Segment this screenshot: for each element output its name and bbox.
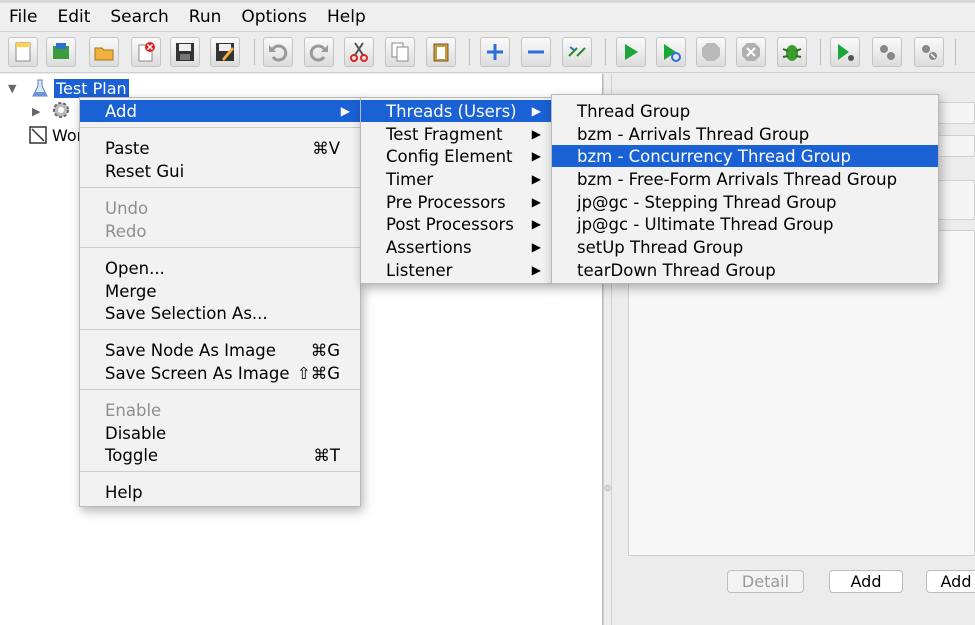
submenu-item-timer[interactable]: Timer ▶ bbox=[361, 168, 551, 190]
threads-submenu: Thread Group bzm - Arrivals Thread Group… bbox=[551, 94, 939, 284]
menu-item-enable: Enable bbox=[105, 400, 162, 420]
expand-arrow-icon[interactable]: ▼ bbox=[8, 82, 16, 95]
add-from-clipboard-button[interactable]: Add bbox=[926, 570, 975, 593]
submenu-item-arrivals-thread-group[interactable]: bzm - Arrivals Thread Group bbox=[552, 123, 938, 145]
collapse-arrow-icon[interactable]: ▶ bbox=[32, 105, 40, 118]
save-icon[interactable] bbox=[170, 37, 200, 67]
menu-bar: File Edit Search Run Options Help bbox=[0, 0, 975, 32]
tree-node-test-plan[interactable]: Test Plan bbox=[30, 77, 129, 99]
variables-header bbox=[938, 180, 975, 220]
submenu-item-stepping-thread-group[interactable]: jp@gc - Stepping Thread Group bbox=[552, 191, 938, 213]
open-icon[interactable] bbox=[89, 37, 119, 67]
submenu-arrow-icon: ▶ bbox=[340, 104, 350, 118]
submenu-item-config-element[interactable]: Config Element ▶ bbox=[361, 145, 551, 167]
menu-item-disable[interactable]: Disable bbox=[80, 422, 360, 444]
toolbar bbox=[0, 33, 975, 73]
redo-icon[interactable] bbox=[304, 37, 334, 67]
menu-item-save-screen-as-image[interactable]: Save Screen As Image ⇧⌘G bbox=[80, 362, 360, 384]
stop-icon[interactable] bbox=[696, 37, 726, 67]
menu-item-save-selection-as[interactable]: Save Selection As... bbox=[80, 302, 360, 324]
submenu-item-teardown-thread-group[interactable]: tearDown Thread Group bbox=[552, 259, 938, 281]
menu-item-save-node-as-image[interactable]: Save Node As Image ⌘G bbox=[80, 339, 360, 361]
paste-icon[interactable] bbox=[426, 37, 456, 67]
tree-node-workbench[interactable]: Wor bbox=[28, 124, 83, 146]
submenu-item-threads[interactable]: Threads (Users) ▶ bbox=[361, 100, 551, 122]
submenu-arrow-icon: ▶ bbox=[531, 172, 541, 186]
menu-options[interactable]: Options bbox=[232, 7, 315, 27]
submenu-arrow-icon: ▶ bbox=[531, 240, 541, 254]
submenu-item-test-fragment[interactable]: Test Fragment ▶ bbox=[361, 123, 551, 145]
close-icon[interactable] bbox=[131, 37, 161, 67]
remote-shutdown-icon[interactable] bbox=[914, 37, 944, 67]
remote-start-icon[interactable] bbox=[830, 37, 860, 67]
shutdown-icon[interactable] bbox=[736, 37, 766, 67]
submenu-item-concurrency-thread-group[interactable]: bzm - Concurrency Thread Group bbox=[552, 145, 938, 167]
submenu-arrow-icon: ▶ bbox=[531, 149, 541, 163]
menu-item-help[interactable]: Help bbox=[80, 481, 360, 503]
menu-item-merge[interactable]: Merge bbox=[80, 280, 360, 302]
submenu-item-setup-thread-group[interactable]: setUp Thread Group bbox=[552, 236, 938, 258]
submenu-item-assertions[interactable]: Assertions ▶ bbox=[361, 236, 551, 258]
tree-node-label: Test Plan bbox=[54, 78, 129, 98]
submenu-arrow-icon: ▶ bbox=[531, 195, 541, 209]
menu-edit[interactable]: Edit bbox=[48, 7, 98, 27]
submenu-arrow-icon: ▶ bbox=[531, 217, 541, 231]
cut-icon[interactable] bbox=[344, 37, 374, 67]
menu-search[interactable]: Search bbox=[101, 7, 176, 27]
tree-node-thread[interactable] bbox=[50, 99, 72, 121]
collapse-icon[interactable] bbox=[521, 37, 551, 67]
comments-field[interactable] bbox=[938, 135, 975, 157]
add-button[interactable]: Add bbox=[829, 570, 903, 593]
menu-item-undo: Undo bbox=[105, 198, 149, 218]
workbench-icon bbox=[29, 126, 47, 144]
menu-item-toggle[interactable]: Toggle ⌘T bbox=[80, 444, 360, 466]
undo-icon[interactable] bbox=[263, 37, 293, 67]
remote-stop-icon[interactable] bbox=[872, 37, 902, 67]
detail-button[interactable]: Detail bbox=[727, 570, 804, 593]
submenu-item-thread-group[interactable]: Thread Group bbox=[552, 100, 938, 122]
gear-icon bbox=[53, 102, 69, 118]
copy-icon[interactable] bbox=[385, 37, 415, 67]
add-submenu: Threads (Users) ▶ Test Fragment ▶ Config E… bbox=[360, 97, 552, 284]
submenu-item-ultimate-thread-group[interactable]: jp@gc - Ultimate Thread Group bbox=[552, 213, 938, 235]
menu-item-open[interactable]: Open... bbox=[80, 257, 360, 279]
menu-item-paste[interactable]: Paste ⌘V bbox=[80, 137, 360, 159]
submenu-item-post-processors[interactable]: Post Processors ▶ bbox=[361, 213, 551, 235]
divider-grip-icon[interactable]: ◎ bbox=[603, 483, 612, 492]
new-icon[interactable] bbox=[8, 37, 38, 67]
test-plan-icon bbox=[32, 79, 48, 97]
menu-item-reset-gui[interactable]: Reset Gui bbox=[80, 160, 360, 182]
submenu-item-pre-processors[interactable]: Pre Processors ▶ bbox=[361, 191, 551, 213]
start-no-pauses-icon[interactable] bbox=[656, 37, 686, 67]
save-as-icon[interactable] bbox=[210, 37, 240, 67]
context-menu: Add ▶ Paste ⌘V Reset Gui Undo Redo Open..… bbox=[79, 97, 361, 507]
submenu-item-listener[interactable]: Listener ▶ bbox=[361, 259, 551, 281]
menu-file[interactable]: File bbox=[0, 7, 45, 27]
expand-icon[interactable] bbox=[480, 37, 510, 67]
submenu-item-free-form-arrivals-thread-group[interactable]: bzm - Free-Form Arrivals Thread Group bbox=[552, 168, 938, 190]
menu-run[interactable]: Run bbox=[180, 7, 230, 27]
submenu-arrow-icon: ▶ bbox=[531, 104, 541, 118]
clear-bug-icon[interactable] bbox=[777, 37, 807, 67]
menu-help[interactable]: Help bbox=[318, 7, 374, 27]
menu-item-add[interactable]: Add ▶ bbox=[80, 100, 360, 122]
menu-item-redo: Redo bbox=[105, 221, 147, 241]
submenu-arrow-icon: ▶ bbox=[531, 127, 541, 141]
submenu-arrow-icon: ▶ bbox=[531, 263, 541, 277]
toggle-icon[interactable] bbox=[562, 37, 592, 67]
templates-icon[interactable] bbox=[46, 37, 76, 67]
start-icon[interactable] bbox=[616, 37, 646, 67]
